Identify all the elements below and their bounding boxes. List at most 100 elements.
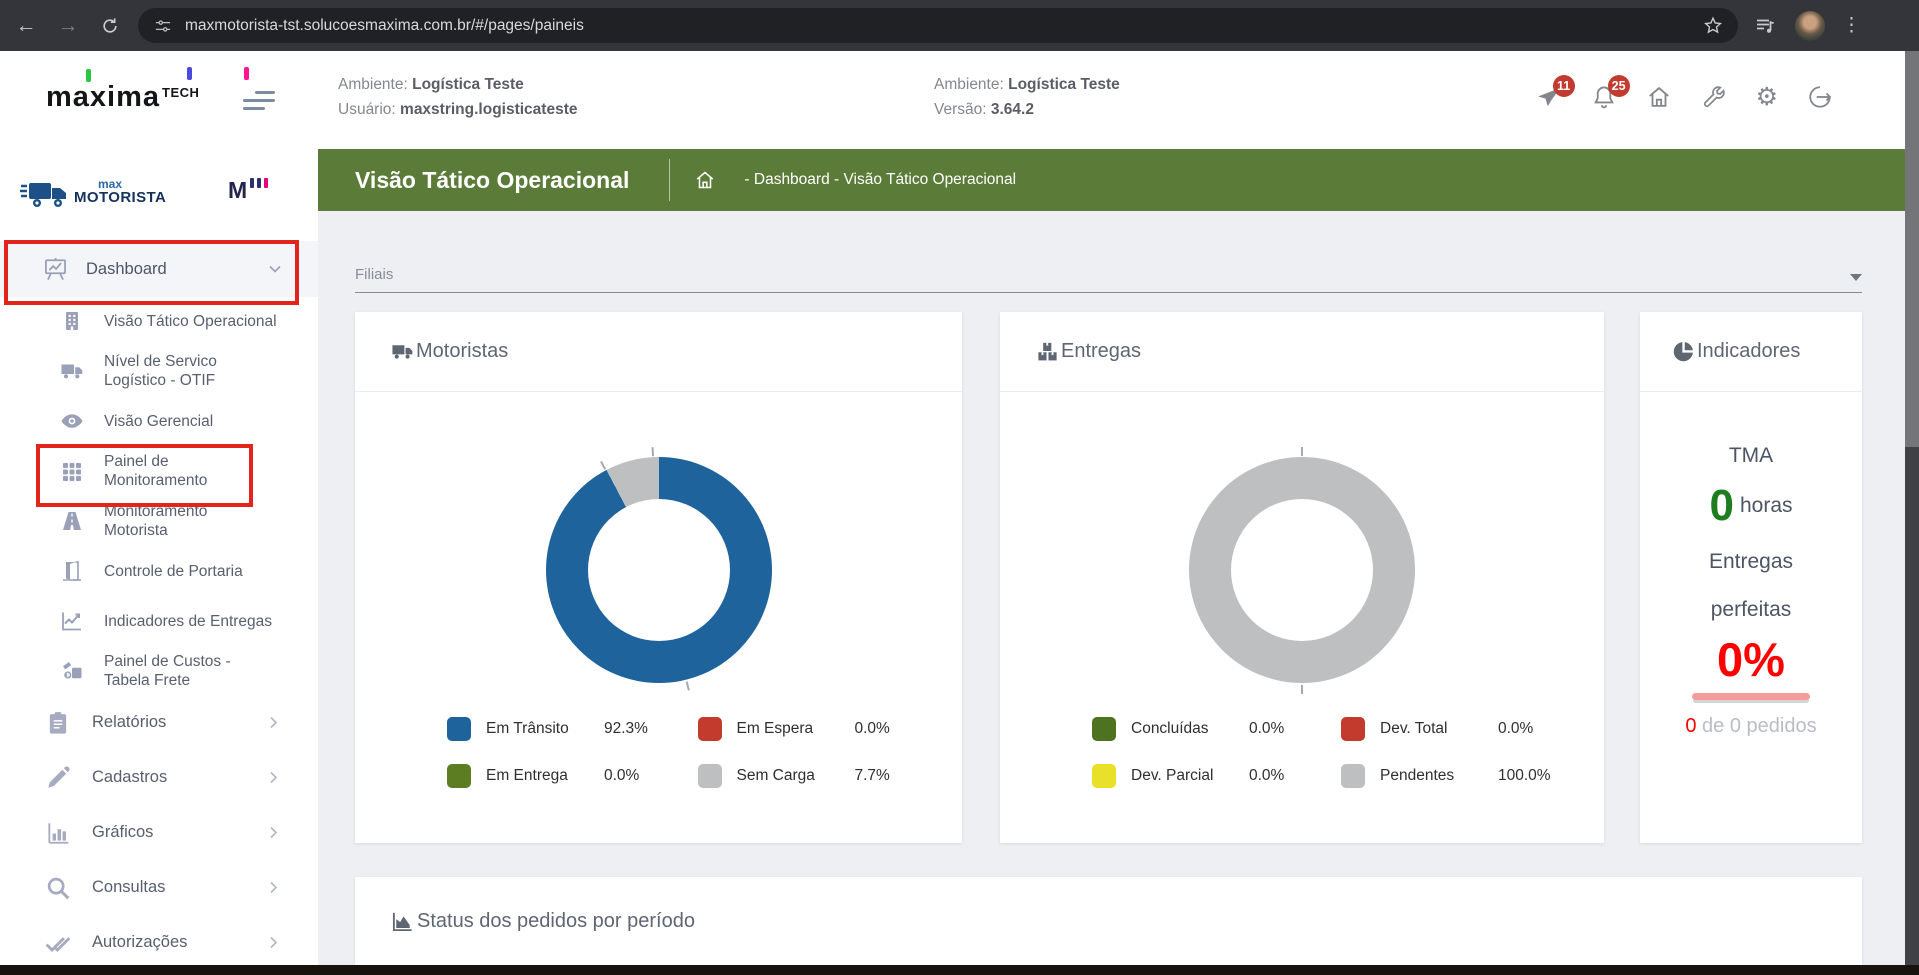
logo-tick-pink xyxy=(244,67,249,80)
legend-label: Em Trânsito xyxy=(486,720,604,738)
sidebar-item-indicadores-de-entregas[interactable]: Indicadores de Entregas xyxy=(0,596,318,646)
entregas-card-header: Entregas xyxy=(1000,312,1604,392)
legend-label: Dev. Parcial xyxy=(1131,767,1249,785)
sidebar-section-cadastros[interactable]: Cadastros xyxy=(0,750,318,805)
browser-nav: ← → xyxy=(14,14,122,38)
breadcrumb-home-icon[interactable] xyxy=(694,169,716,191)
sidebar-item-label: Nível de Servico Logístico - OTIF xyxy=(104,352,217,390)
nivel-servico-otif-icon xyxy=(60,359,84,383)
sidebar-item-controle-de-portaria[interactable]: Controle de Portaria xyxy=(0,546,318,596)
sidebar-section-consultas[interactable]: Consultas xyxy=(0,860,318,915)
entregas-perfeitas-line1: Entregas xyxy=(1640,550,1862,574)
legend-swatch xyxy=(447,717,471,741)
tma-label: TMA xyxy=(1640,444,1862,468)
legend-label: Em Espera xyxy=(737,720,855,738)
motoristas-card-header: Motoristas xyxy=(355,312,962,392)
legend-label: Dev. Total xyxy=(1380,720,1498,738)
sidebar-section-relatorios[interactable]: Relatórios xyxy=(0,695,318,750)
legend-item[interactable]: Dev. Total0.0% xyxy=(1341,717,1564,741)
announcements-icon[interactable]: 11 xyxy=(1536,84,1562,110)
tools-wrench-icon[interactable] xyxy=(1701,84,1727,110)
status-pedidos-card: Status dos pedidos por período xyxy=(355,877,1862,965)
truck-icon xyxy=(391,340,414,363)
browser-menu-icon[interactable]: ⋮ xyxy=(1842,14,1858,37)
legend-label: Sem Carga xyxy=(737,767,855,785)
legend-value: 0.0% xyxy=(1498,720,1533,738)
sidebar-item-dashboard[interactable]: Dashboard xyxy=(0,241,318,297)
legend-label: Concluídas xyxy=(1131,720,1249,738)
sidebar-section-label: Relatórios xyxy=(92,713,166,732)
caret-down-icon xyxy=(1850,274,1862,281)
notifications-bell-icon[interactable]: 25 xyxy=(1591,84,1617,110)
chevron-down-icon xyxy=(268,262,282,276)
legend-item[interactable]: Em Trânsito92.3% xyxy=(447,717,672,741)
chevron-right-icon xyxy=(267,716,280,729)
sidebar-section-label: Gráficos xyxy=(92,823,153,842)
site-settings-icon[interactable] xyxy=(154,17,172,35)
sidebar-section-graficos[interactable]: Gráficos xyxy=(0,805,318,860)
donut-tick xyxy=(1301,447,1303,456)
sidebar-item-monitoramento-motorista[interactable]: Monitoramento Motorista xyxy=(0,496,318,546)
sidebar-item-painel-custos-tabela-frete[interactable]: Painel de Custos - Tabela Frete xyxy=(0,646,318,696)
sidebar-item-label: Controle de Portaria xyxy=(104,562,243,581)
legend-item[interactable]: Dev. Parcial0.0% xyxy=(1092,764,1315,788)
legend-item[interactable]: Sem Carga7.7% xyxy=(698,764,923,788)
sidebar-item-label: Indicadores de Entregas xyxy=(104,612,272,631)
pie-chart-icon xyxy=(1672,340,1695,363)
motoristas-legend: Em Trânsito92.3% Em Espera0.0% Em Entrega0… xyxy=(447,717,922,788)
reload-icon[interactable] xyxy=(98,14,122,38)
logo-word: maxima xyxy=(46,81,160,113)
entregas-legend: Concluídas0.0%Dev. Total0.0%Dev. Parcial… xyxy=(1092,717,1564,788)
page-titlebar: Visão Tático Operacional - Dashboard - V… xyxy=(318,149,1905,211)
sidebar-item-nivel-servico-otif[interactable]: Nível de Servico Logístico - OTIF xyxy=(0,346,318,396)
back-icon[interactable]: ← xyxy=(14,14,38,38)
perfect-deliveries-percent: 0% xyxy=(1640,634,1862,686)
forward-icon[interactable]: → xyxy=(56,14,80,38)
browser-actions: ⋮ xyxy=(1754,11,1858,41)
sidebar-section-label: Autorizações xyxy=(92,933,187,952)
boxes-icon xyxy=(1036,340,1059,363)
legend-label: Pendentes xyxy=(1380,767,1498,785)
home-icon[interactable] xyxy=(1646,84,1672,110)
entregas-title: Entregas xyxy=(1061,340,1141,363)
chevron-right-icon xyxy=(267,771,280,784)
url-bar[interactable]: maxmotorista-tst.solucoesmaxima.com.br/#… xyxy=(138,8,1738,43)
legend-label: Em Entrega xyxy=(486,767,604,785)
logo-tick-green xyxy=(86,69,91,82)
controle-de-portaria-icon xyxy=(60,559,84,583)
motoristas-title: Motoristas xyxy=(416,340,508,363)
legend-swatch xyxy=(698,764,722,788)
logout-icon[interactable] xyxy=(1807,84,1833,110)
url-text[interactable]: maxmotorista-tst.solucoesmaxima.com.br/#… xyxy=(185,17,584,35)
relatorios-icon xyxy=(45,710,71,736)
sidebar-item-label: Painel de Monitoramento xyxy=(104,452,207,490)
media-controls-icon[interactable] xyxy=(1754,14,1778,38)
logo-tick-blue xyxy=(187,67,192,80)
filiais-select[interactable]: Filiais xyxy=(355,255,1862,293)
legend-item[interactable]: Em Entrega0.0% xyxy=(447,764,672,788)
page-title: Visão Tático Operacional xyxy=(355,167,629,194)
legend-item[interactable]: Pendentes100.0% xyxy=(1341,764,1564,788)
sidebar-item-painel-de-monitoramento[interactable]: Painel de Monitoramento xyxy=(0,446,318,496)
sidebar-item-visao-gerencial[interactable]: Visão Gerencial xyxy=(0,396,318,446)
sidebar-section-label: Consultas xyxy=(92,878,165,897)
scrollbar-thumb[interactable] xyxy=(1905,51,1919,447)
legend-item[interactable]: Em Espera0.0% xyxy=(698,717,923,741)
logo-tech: TECH xyxy=(162,85,199,100)
graficos-icon xyxy=(45,820,71,846)
environment-info-left: Ambiente: Logística Teste Usuário: maxst… xyxy=(338,72,577,122)
settings-gear-icon[interactable]: ⚙ xyxy=(1756,84,1778,110)
painel-custos-tabela-frete-icon xyxy=(60,659,84,683)
bookmark-star-icon[interactable] xyxy=(1702,15,1724,37)
browser-profile-avatar[interactable] xyxy=(1795,11,1825,41)
sidebar-toggle-hamburger-icon[interactable] xyxy=(243,91,275,111)
environment-info-right: Ambiente: Logística Teste Versão: 3.64.2 xyxy=(934,72,1120,122)
status-pedidos-title: Status dos pedidos por período xyxy=(417,910,695,933)
sidebar-section-autorizacoes[interactable]: Autorizações xyxy=(0,915,318,970)
scrollbar-track[interactable] xyxy=(1905,51,1919,965)
max-motorista-wordmark: max MOTORISTA xyxy=(74,177,166,205)
sidebar-item-visao-tatico-operacional[interactable]: Visão Tático Operacional xyxy=(0,296,318,346)
header-icons: 11 25 ⚙ xyxy=(1536,84,1833,110)
legend-swatch xyxy=(1341,764,1365,788)
legend-item[interactable]: Concluídas0.0% xyxy=(1092,717,1315,741)
